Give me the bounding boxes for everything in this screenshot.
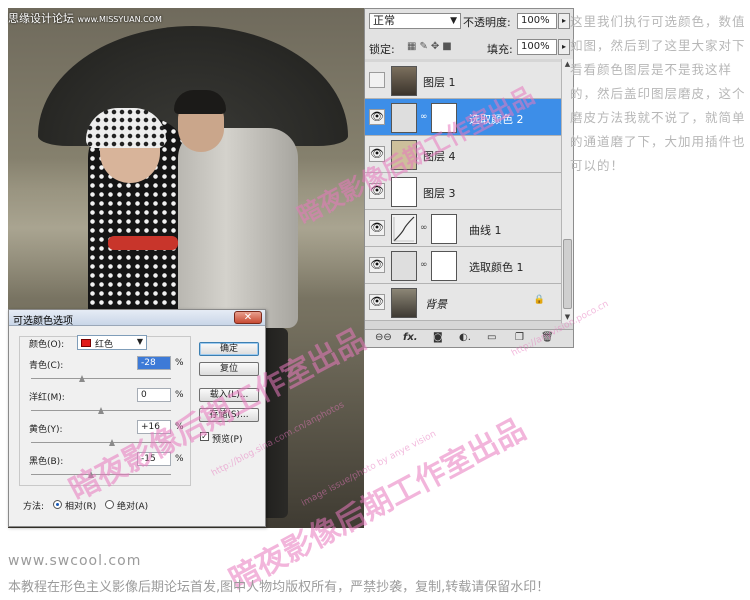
link-icon[interactable]: ⊖⊖	[375, 332, 392, 343]
adjustment-thumbnail	[391, 103, 417, 133]
eye-icon[interactable]: 👁	[369, 109, 385, 125]
link-icon: ∞	[420, 112, 428, 122]
layer-name: 图层 3	[423, 187, 456, 200]
color-label: 颜色(O):	[29, 340, 65, 350]
close-icon[interactable]: ✕	[234, 311, 262, 324]
layer-name: 背景	[425, 298, 447, 311]
adjustment-thumbnail	[391, 251, 417, 281]
layer-name: 曲线 1	[469, 224, 502, 237]
fill-arrow-icon[interactable]: ▸	[558, 39, 570, 55]
color-select[interactable]: 红色 ▼	[77, 335, 147, 350]
method-relative-radio[interactable]	[53, 500, 62, 509]
black-label: 黑色(B):	[29, 457, 64, 467]
lock-icon: 🔒	[533, 295, 545, 305]
lock-transparency-icon[interactable]: ▦	[407, 41, 419, 52]
fx-icon[interactable]: fx.	[403, 332, 418, 343]
layer-mask-thumbnail	[431, 214, 457, 244]
cyan-slider-track[interactable]	[31, 378, 171, 379]
new-layer-icon[interactable]: ❐	[515, 332, 524, 343]
curves-icon	[391, 214, 417, 244]
layer-row-6[interactable]: 👁 ∞ 选取颜色 1	[365, 247, 561, 284]
lock-icons-group[interactable]: ▦✎✥■	[407, 41, 455, 52]
layer-mask-thumbnail	[431, 251, 457, 281]
lock-label: 锁定:	[369, 43, 395, 56]
man-hair	[174, 90, 226, 114]
ok-button[interactable]: 确定	[199, 342, 259, 356]
folder-icon[interactable]: ▭	[487, 332, 496, 343]
layer-thumbnail	[391, 288, 417, 318]
layer-name: 图层 1	[423, 76, 456, 89]
link-icon: ∞	[420, 260, 428, 270]
dialog-title: 可选颜色选项	[13, 316, 73, 327]
fill-input[interactable]: 100%	[517, 39, 557, 55]
link-icon: ∞	[420, 223, 428, 233]
magenta-percent: %	[175, 390, 184, 400]
color-select-value: 红色	[95, 340, 114, 350]
method-absolute-radio[interactable]	[105, 500, 114, 509]
cyan-label: 青色(C):	[29, 361, 64, 371]
visibility-toggle[interactable]: 👁	[369, 72, 385, 88]
cyan-input[interactable]: -28	[137, 356, 171, 370]
yellow-label: 黄色(Y):	[29, 425, 63, 435]
lock-move-icon[interactable]: ✥	[431, 41, 442, 52]
opacity-input[interactable]: 100%	[517, 13, 557, 29]
eye-icon[interactable]: 👁	[369, 294, 385, 310]
opacity-arrow-icon[interactable]: ▸	[558, 13, 570, 29]
chevron-down-icon: ▼	[450, 16, 457, 26]
copyright-notice: 本教程在形色主义影像后期论坛首发,图中人物均版权所有，严禁抄袭，复制,转载请保留…	[8, 580, 550, 595]
lock-paint-icon[interactable]: ✎	[419, 41, 430, 52]
tutorial-caption: 这里我们执行可选颜色，数值如图，然后到了这里大家对下看看颜色图层是不是我这样的，…	[570, 14, 746, 173]
forum-tag: 思缘设计论坛 www.MISSYUAN.COM	[8, 10, 162, 26]
eye-icon[interactable]: 👁	[369, 220, 385, 236]
layer-row-background[interactable]: 👁 背景 🔒	[365, 284, 561, 321]
red-sash	[108, 236, 178, 250]
magenta-input[interactable]: 0	[137, 388, 171, 402]
lock-all-icon[interactable]: ■	[442, 41, 454, 52]
dialog-titlebar[interactable]: 可选颜色选项 ✕	[9, 310, 265, 327]
magenta-label: 洋红(M):	[29, 393, 65, 403]
color-swatch	[81, 339, 91, 347]
forum-site: www.MISSYUAN.COM	[77, 15, 162, 24]
layer-name: 选取颜色 1	[469, 261, 524, 274]
man-coat	[178, 128, 298, 328]
method-label: 方法:	[23, 502, 45, 512]
scroll-thumb[interactable]	[563, 239, 572, 309]
cyan-percent: %	[175, 358, 184, 368]
eye-icon[interactable]: 👁	[369, 257, 385, 273]
mask-icon[interactable]: ◙	[433, 332, 443, 343]
opacity-label: 不透明度:	[463, 16, 511, 29]
chevron-down-icon: ▼	[136, 337, 143, 346]
layer-options-bar: 正常 ▼ 不透明度: 100% ▸ 锁定: ▦✎✥■ 填充: 100% ▸	[365, 9, 573, 59]
layer-row-5[interactable]: 👁 ∞ 曲线 1	[365, 210, 561, 247]
layer-thumbnail	[391, 66, 417, 96]
adjustment-icon[interactable]: ◐.	[459, 332, 471, 343]
blend-mode-select[interactable]: 正常 ▼	[369, 13, 461, 29]
blend-mode-value: 正常	[373, 14, 395, 27]
fill-label: 填充:	[487, 43, 513, 56]
forum-name: 思缘设计论坛	[8, 12, 74, 25]
method-absolute-label: 绝对(A)	[117, 502, 149, 512]
site-url: www.swcool.com	[8, 553, 142, 569]
